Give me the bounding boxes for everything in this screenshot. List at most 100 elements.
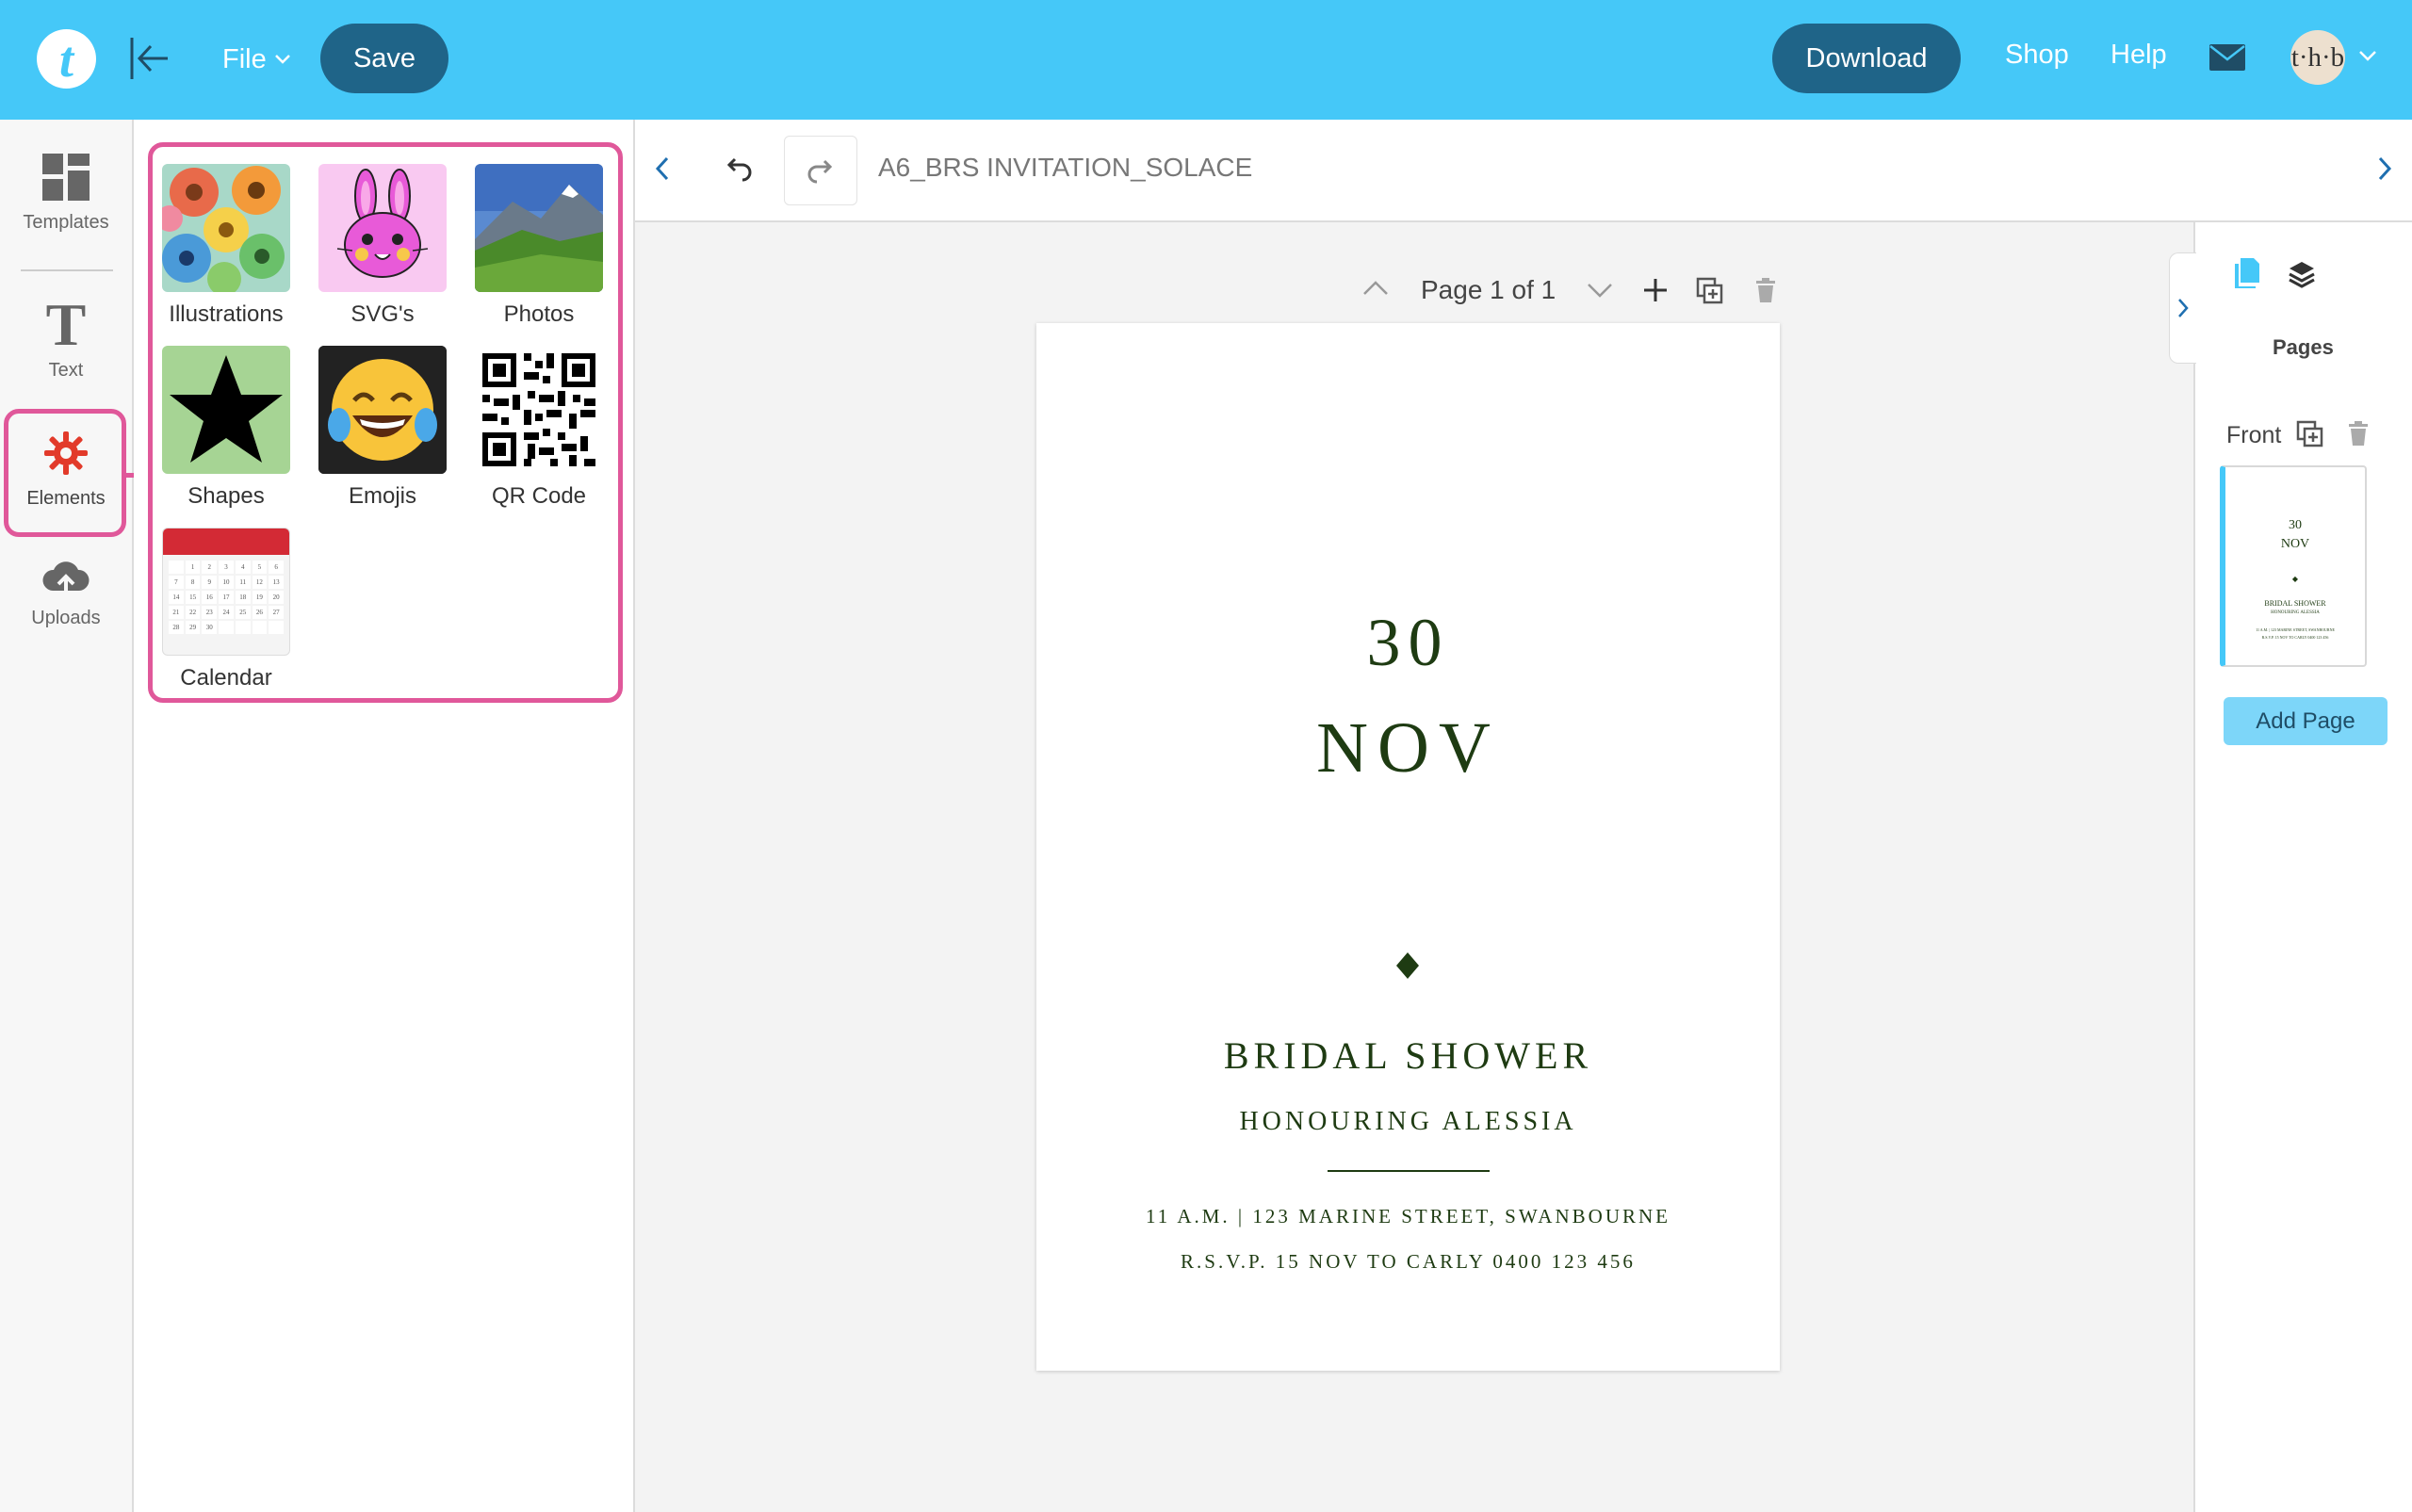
previous-page-icon[interactable] — [1362, 279, 1389, 301]
calendar-day-cell: 30 — [202, 621, 218, 634]
invitation-details-line1[interactable]: 11 A.M. | 123 MARINE STREET, SWANBOURNE — [1036, 1205, 1780, 1228]
element-tile-photos[interactable]: Photos — [475, 164, 603, 328]
layers-tab-icon[interactable] — [2288, 260, 2316, 293]
calendar-day-cell: 22 — [185, 606, 201, 619]
tile-label: Emojis — [348, 483, 416, 509]
redo-button[interactable] — [784, 136, 857, 205]
calendar-day-cell — [219, 621, 234, 634]
tile-label: Illustrations — [169, 301, 284, 327]
calendar-day-cell: 13 — [269, 576, 284, 589]
sidebar-item-label: Text — [48, 360, 84, 381]
undo-icon[interactable] — [724, 155, 754, 187]
collapse-panel-tab[interactable] — [2169, 252, 2196, 364]
invitation-event[interactable]: BRIDAL SHOWER — [1036, 1033, 1780, 1078]
calendar-day-cell: 18 — [235, 591, 251, 604]
tile-label: Photos — [503, 301, 575, 327]
thumb-honouree: HONOURING ALESSIA — [2271, 610, 2320, 615]
shop-link[interactable]: Shop — [2005, 40, 2069, 71]
save-button[interactable]: Save — [320, 24, 448, 93]
divider-line[interactable] — [1328, 1170, 1490, 1172]
download-button[interactable]: Download — [1772, 24, 1961, 93]
calendar-day-cell — [252, 621, 268, 634]
thumb-details-line2: R.S.V.P. 15 NOV TO CARLY 0400 123 456 — [2261, 635, 2329, 640]
delete-front-icon[interactable] — [2347, 420, 2370, 451]
calendar-day-cell — [169, 561, 184, 574]
element-tile-illustrations[interactable]: Illustrations — [162, 164, 290, 328]
document-title[interactable]: A6_BRS INVITATION_SOLACE — [878, 153, 1252, 183]
delete-page-icon[interactable] — [1754, 277, 1777, 308]
account-chevron-down-icon[interactable] — [2358, 49, 2377, 62]
calendar-day-cell: 11 — [235, 576, 251, 589]
duplicate-front-icon[interactable] — [2296, 420, 2324, 453]
uploads-icon — [42, 561, 90, 596]
calendar-day-cell: 14 — [169, 591, 184, 604]
calendar-day-cell: 16 — [202, 591, 218, 604]
add-page-button[interactable]: Add Page — [2224, 697, 2388, 745]
thumb-day: 30 — [2289, 518, 2302, 532]
element-tile-calendar[interactable]: 1 2 3 4 5 6 7 8 9 10 11 12 13 14 15 16 17 18 19 20 21 22 23 24 2… — [162, 528, 290, 691]
pages-panel — [2193, 222, 2412, 1512]
sidebar-item-text[interactable]: T Text — [0, 291, 132, 382]
tile-label: Shapes — [187, 483, 265, 509]
pages-tab-icon[interactable] — [2233, 256, 2261, 295]
element-tile-svgs[interactable]: SVG's — [318, 164, 447, 328]
calendar-day-cell: 5 — [252, 561, 268, 574]
sidebar-item-templates[interactable]: Templates — [0, 154, 132, 234]
chevron-down-icon — [274, 55, 290, 64]
page-thumbnail-front[interactable]: 30 NOV ◆ BRIDAL SHOWER HONOURING ALESSIA… — [2220, 465, 2367, 667]
calendar-day-cell: 1 — [185, 561, 201, 574]
calendar-day-cell: 10 — [219, 576, 234, 589]
calendar-day-cell: 8 — [185, 576, 201, 589]
invitation-month[interactable]: NOV — [1036, 707, 1780, 789]
invitation-details-line2[interactable]: R.S.V.P. 15 NOV TO CARLY 0400 123 456 — [1036, 1250, 1780, 1274]
app-logo[interactable]: t — [37, 29, 96, 89]
mail-icon[interactable] — [2208, 43, 2246, 72]
invitation-day[interactable]: 30 — [1036, 604, 1780, 682]
tile-label: SVG's — [350, 301, 415, 327]
avatar[interactable]: t·h·b — [2290, 30, 2345, 85]
tile-label: QR Code — [491, 483, 587, 509]
calendar-day-cell: 23 — [202, 606, 218, 619]
next-page-icon[interactable] — [1587, 283, 1613, 304]
top-bar: t File Save Download Shop Help t·h·b — [0, 0, 2412, 120]
help-link[interactable]: Help — [2110, 40, 2167, 71]
invitation-honouree[interactable]: HONOURING ALESSIA — [1036, 1107, 1780, 1137]
calendar-day-cell: 26 — [252, 606, 268, 619]
calendar-day-cell: 15 — [185, 591, 201, 604]
duplicate-page-icon[interactable] — [1696, 277, 1724, 310]
calendar-day-cell: 29 — [185, 621, 201, 634]
file-menu[interactable]: File — [222, 36, 291, 83]
chevron-left-icon[interactable] — [654, 154, 671, 187]
sidebar-item-elements[interactable]: Elements — [0, 430, 132, 510]
sidebar-item-uploads[interactable]: Uploads — [0, 557, 132, 629]
chevron-right-icon[interactable] — [2376, 154, 2393, 187]
diamond-ornament[interactable] — [1394, 951, 1421, 985]
calendar-day-cell: 2 — [202, 561, 218, 574]
calendar-day-cell: 9 — [202, 576, 218, 589]
sidebar-item-label: Elements — [26, 488, 106, 509]
element-tile-shapes[interactable]: Shapes — [162, 346, 290, 510]
chevron-right-icon — [2178, 299, 2189, 317]
mountain-photo-icon — [475, 164, 603, 292]
calendar-day-cell: 24 — [219, 606, 234, 619]
calendar-day-cell: 3 — [219, 561, 234, 574]
back-to-projects-icon[interactable] — [126, 32, 173, 85]
rail-divider — [21, 269, 113, 271]
design-canvas-page[interactable]: 30 NOV BRIDAL SHOWER HONOURING ALESSIA 1… — [1036, 323, 1780, 1371]
add-page-icon[interactable] — [1642, 277, 1669, 308]
thumb-diamond: ◆ — [2291, 575, 2299, 583]
calendar-grid: 1 2 3 4 5 6 7 8 9 10 11 12 13 14 15 16 17 18 19 20 21 22 23 24 2… — [163, 555, 289, 634]
redo-icon — [807, 159, 833, 184]
text-icon: T — [45, 291, 87, 358]
qr-code-icon — [475, 346, 603, 474]
thumb-details-line1: 11 A.M. | 123 MARINE STREET, SWANBOURNE — [2256, 627, 2335, 632]
calendar-day-cell — [269, 621, 284, 634]
element-tile-emojis[interactable]: Emojis — [318, 346, 447, 510]
page-indicator: Page 1 of 1 — [1421, 275, 1556, 304]
calendar-icon: 1 2 3 4 5 6 7 8 9 10 11 12 13 14 15 16 17 18 19 20 21 22 23 24 2… — [162, 528, 290, 656]
flowers-illustration-icon — [162, 164, 290, 292]
element-tile-qr-code[interactable]: QR Code — [475, 346, 603, 510]
calendar-day-cell: 20 — [269, 591, 284, 604]
thumb-month: NOV — [2280, 537, 2310, 551]
calendar-day-cell: 19 — [252, 591, 268, 604]
